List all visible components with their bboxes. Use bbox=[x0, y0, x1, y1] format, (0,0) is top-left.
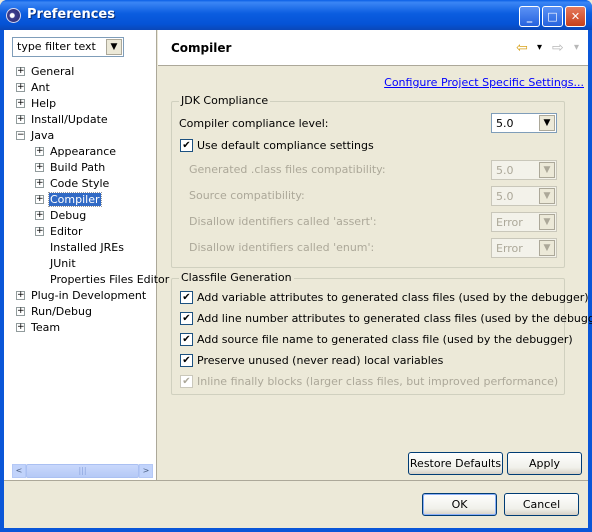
tree-item-label: Code Style bbox=[50, 177, 110, 190]
tree-item-label: General bbox=[31, 65, 75, 78]
page-header: Compiler ⇦ ▾ ⇨ ▾ bbox=[158, 30, 588, 66]
expand-icon[interactable]: + bbox=[16, 291, 25, 300]
dropdown-arrow-icon: ▼ bbox=[539, 162, 555, 178]
dropdown-arrow-icon[interactable]: ▼ bbox=[539, 115, 555, 131]
restore-defaults-button[interactable]: Restore Defaults bbox=[408, 452, 503, 475]
preserve-unused-label: Preserve unused (never read) local varia… bbox=[197, 354, 444, 367]
footer-separator bbox=[4, 480, 588, 481]
forward-arrow-icon: ⇨ bbox=[552, 40, 564, 56]
tree-item-label: JUnit bbox=[50, 257, 76, 270]
close-button[interactable]: ✕ bbox=[565, 6, 586, 27]
expand-icon[interactable]: + bbox=[16, 99, 25, 108]
group-legend: Classfile Generation bbox=[179, 271, 294, 284]
line-number-label: Add line number attributes to generated … bbox=[197, 312, 592, 325]
title-bar[interactable]: Preferences _ □ ✕ bbox=[0, 0, 592, 30]
use-default-label: Use default compliance settings bbox=[197, 139, 374, 152]
expand-icon[interactable]: + bbox=[35, 179, 44, 188]
combo-value: 5.0 bbox=[496, 164, 514, 177]
expand-icon[interactable]: + bbox=[35, 147, 44, 156]
maximize-button[interactable]: □ bbox=[542, 6, 563, 27]
source-file-name-label: Add source file name to generated class … bbox=[197, 333, 573, 346]
expand-icon[interactable]: + bbox=[16, 307, 25, 316]
compliance-level-select[interactable]: 5.0 ▼ bbox=[491, 113, 557, 133]
scroll-right-icon[interactable]: > bbox=[139, 464, 153, 478]
expand-icon[interactable]: + bbox=[35, 227, 44, 236]
tree-item-label: Editor bbox=[50, 225, 83, 238]
tree-item-label: Run/Debug bbox=[31, 305, 92, 318]
combo-value: 5.0 bbox=[496, 190, 514, 203]
preferences-window: Preferences _ □ ✕ type filter text ▼ + G… bbox=[0, 0, 592, 532]
filter-dropdown-icon[interactable]: ▼ bbox=[106, 39, 122, 55]
line-number-checkbox[interactable]: ✔ bbox=[180, 312, 193, 325]
source-file-name-checkbox[interactable]: ✔ bbox=[180, 333, 193, 346]
jdk-compliance-group: JDK Compliance Compiler compliance level… bbox=[171, 94, 565, 268]
dialog-client: type filter text ▼ + General + Ant + Hel… bbox=[4, 30, 592, 528]
enum-select: Error ▼ bbox=[491, 238, 557, 258]
scroll-thumb[interactable]: ||| bbox=[26, 464, 139, 478]
assert-label: Disallow identifiers called 'assert': bbox=[189, 215, 377, 228]
expand-icon[interactable]: + bbox=[16, 67, 25, 76]
tree-item-label: Debug bbox=[50, 209, 87, 222]
back-menu-icon[interactable]: ▾ bbox=[537, 42, 542, 53]
tree-item-label: Ant bbox=[31, 81, 50, 94]
source-compat-select: 5.0 ▼ bbox=[491, 186, 557, 206]
combo-value: 5.0 bbox=[496, 117, 514, 130]
dropdown-arrow-icon: ▼ bbox=[539, 240, 555, 256]
enum-label: Disallow identifiers called 'enum': bbox=[189, 241, 375, 254]
tree-item-label: Installed JREs bbox=[50, 241, 124, 254]
expand-icon[interactable]: + bbox=[35, 163, 44, 172]
page-title: Compiler bbox=[171, 41, 232, 55]
expand-icon[interactable]: + bbox=[35, 211, 44, 220]
filter-text: type filter text bbox=[17, 40, 96, 53]
ok-button[interactable]: OK bbox=[422, 493, 497, 516]
tree-item-label: Plug-in Development bbox=[31, 289, 147, 302]
expand-icon[interactable]: + bbox=[16, 323, 25, 332]
inline-finally-label: Inline finally blocks (larger class file… bbox=[197, 375, 559, 388]
tree-item-label: Install/Update bbox=[31, 113, 108, 126]
tree-pane: type filter text ▼ + General + Ant + Hel… bbox=[4, 30, 169, 480]
tree-item-label: Team bbox=[31, 321, 61, 334]
collapse-icon[interactable]: − bbox=[16, 131, 25, 140]
window-title: Preferences bbox=[27, 7, 115, 22]
variable-attributes-checkbox[interactable]: ✔ bbox=[180, 291, 193, 304]
dropdown-arrow-icon: ▼ bbox=[539, 214, 555, 230]
expand-icon[interactable]: + bbox=[35, 195, 44, 204]
variable-attributes-label: Add variable attributes to generated cla… bbox=[197, 291, 589, 304]
compliance-level-label: Compiler compliance level: bbox=[179, 117, 329, 130]
horizontal-scrollbar[interactable]: < ||| > bbox=[12, 464, 153, 478]
classfile-generation-group: Classfile Generation ✔ Add variable attr… bbox=[171, 271, 592, 395]
tree-item-label: Appearance bbox=[50, 145, 117, 158]
group-legend: JDK Compliance bbox=[179, 94, 271, 107]
eclipse-icon bbox=[6, 8, 21, 23]
assert-select: Error ▼ bbox=[491, 212, 557, 232]
scroll-left-icon[interactable]: < bbox=[12, 464, 26, 478]
class-compat-select: 5.0 ▼ bbox=[491, 160, 557, 180]
expand-icon[interactable]: + bbox=[16, 83, 25, 92]
preserve-unused-checkbox[interactable]: ✔ bbox=[180, 354, 193, 367]
class-compat-label: Generated .class files compatibility: bbox=[189, 163, 386, 176]
dropdown-arrow-icon: ▼ bbox=[539, 188, 555, 204]
tree-item-label: Properties Files Editor bbox=[50, 273, 170, 286]
tree-item-label: Help bbox=[31, 97, 57, 110]
cancel-button[interactable]: Cancel bbox=[504, 493, 579, 516]
filter-input[interactable]: type filter text ▼ bbox=[12, 37, 124, 57]
configure-project-settings-link[interactable]: Configure Project Specific Settings... bbox=[384, 76, 584, 89]
apply-button[interactable]: Apply bbox=[507, 452, 582, 475]
tree-item-label-selected: Compiler bbox=[48, 192, 102, 207]
minimize-button[interactable]: _ bbox=[519, 6, 540, 27]
tree-item-label: Java bbox=[31, 129, 55, 142]
source-compat-label: Source compatibility: bbox=[189, 189, 305, 202]
combo-value: Error bbox=[496, 242, 523, 255]
back-arrow-icon[interactable]: ⇦ bbox=[516, 40, 528, 56]
tree-item-label: Build Path bbox=[50, 161, 106, 174]
forward-menu-icon: ▾ bbox=[574, 42, 580, 53]
combo-value: Error bbox=[496, 216, 523, 229]
inline-finally-checkbox: ✔ bbox=[180, 375, 193, 388]
expand-icon[interactable]: + bbox=[16, 115, 25, 124]
use-default-checkbox[interactable]: ✔ bbox=[180, 139, 193, 152]
